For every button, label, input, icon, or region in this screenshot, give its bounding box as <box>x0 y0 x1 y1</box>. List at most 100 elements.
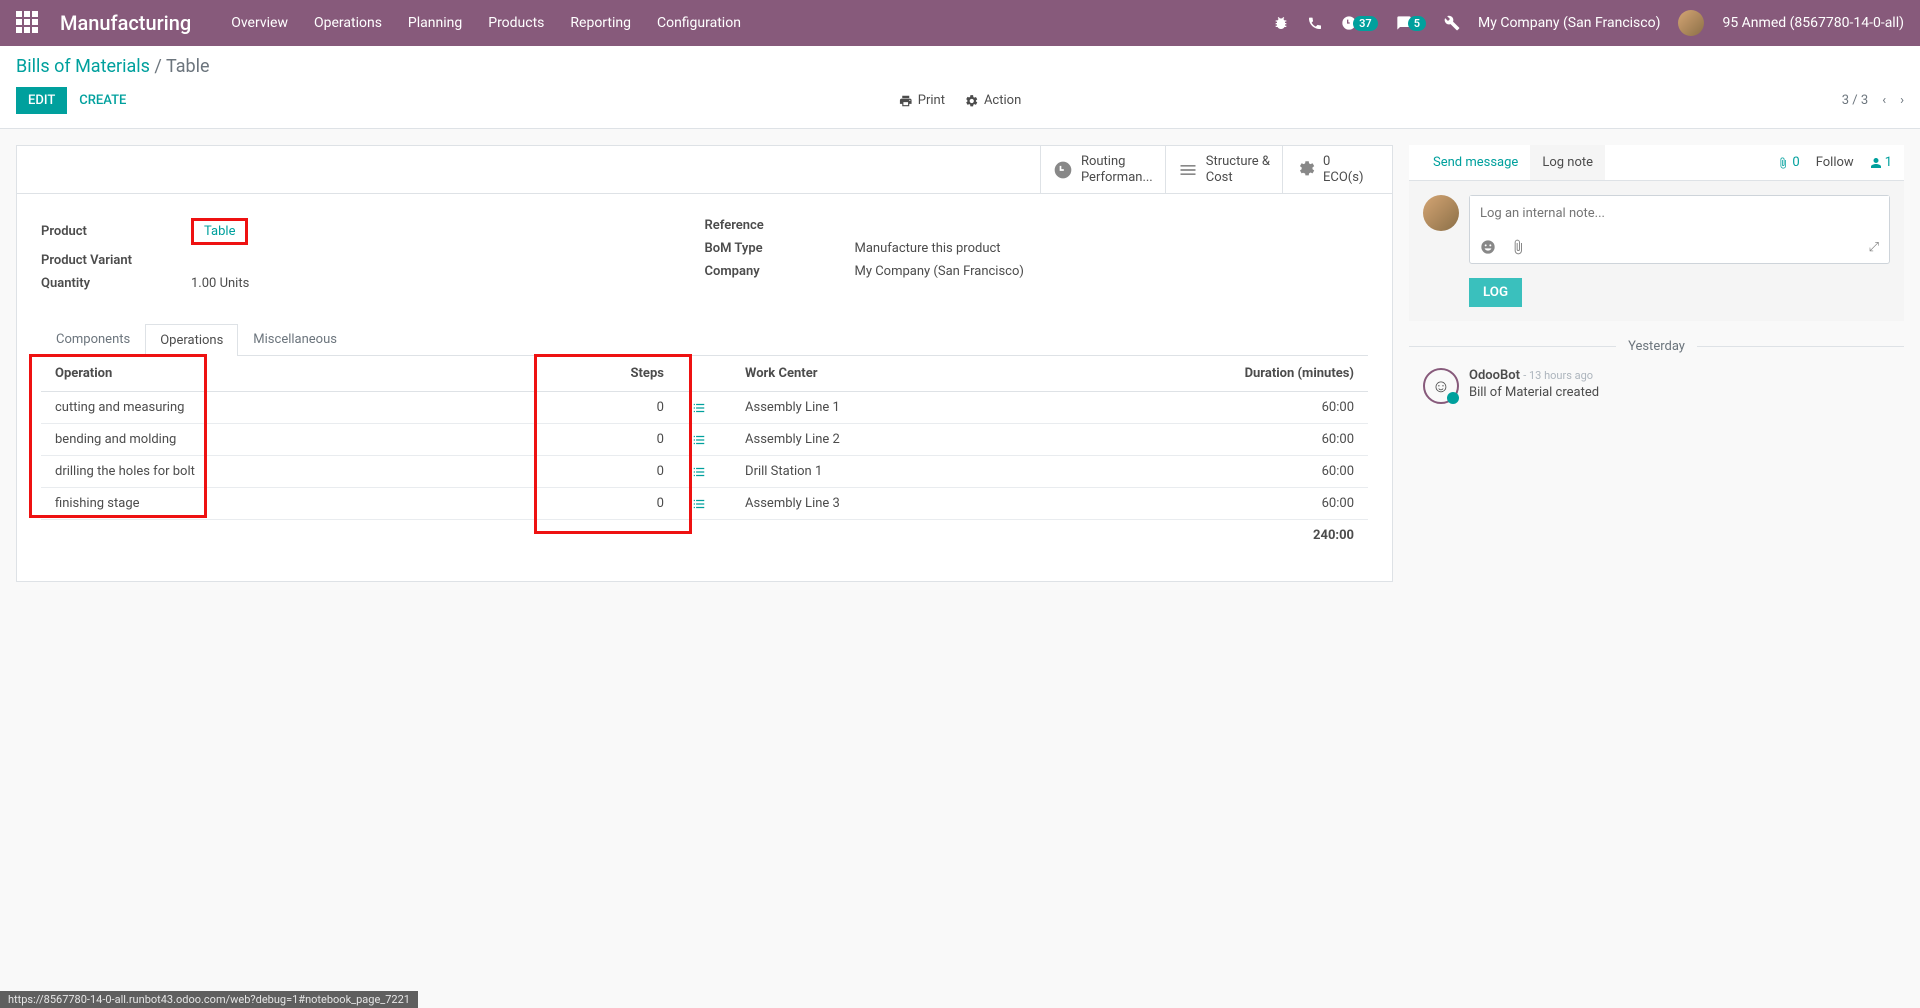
steps-icon[interactable] <box>692 497 706 511</box>
cell-operation: drilling the holes for bolt <box>41 456 545 488</box>
action-button[interactable]: Action <box>965 93 1021 108</box>
bot-avatar: ☺ <box>1423 368 1459 404</box>
company-switcher[interactable]: My Company (San Francisco) <box>1478 15 1660 31</box>
cell-duration: 60:00 <box>1103 488 1368 520</box>
th-duration[interactable]: Duration (minutes) <box>1103 356 1368 392</box>
cell-workcenter: Assembly Line 3 <box>731 488 1103 520</box>
list-icon <box>1178 160 1198 180</box>
user-avatar[interactable] <box>1678 10 1704 36</box>
stat-structure-cost[interactable]: Structure &Cost <box>1165 146 1282 193</box>
chatter: Send message Log note 0 Follow 1 ⤢ LOG Y… <box>1409 145 1904 408</box>
bom-label: BoM Type <box>705 241 855 256</box>
pager-prev[interactable]: ‹ <box>1882 93 1886 108</box>
apps-icon[interactable] <box>16 11 40 35</box>
cell-duration: 60:00 <box>1103 392 1368 424</box>
control-bar: Bills of Materials / Table EDIT CREATE P… <box>0 46 1920 129</box>
cell-operation: cutting and measuring <box>41 392 545 424</box>
th-workcenter[interactable]: Work Center <box>731 356 1103 392</box>
messages-badge: 5 <box>1408 16 1426 31</box>
attach-icon[interactable] <box>1510 239 1526 255</box>
th-operation[interactable]: Operation <box>41 356 545 392</box>
user-icon <box>1870 157 1882 169</box>
brand-title[interactable]: Manufacturing <box>60 11 191 35</box>
pager-text[interactable]: 3 / 3 <box>1842 93 1868 108</box>
gear-icon <box>965 94 979 108</box>
browser-status-bar: https://8567780-14-0-all.runbot43.odoo.c… <box>0 991 418 1008</box>
nav-operations[interactable]: Operations <box>314 15 382 31</box>
expand-icon[interactable]: ⤢ <box>1869 240 1879 255</box>
table-row[interactable]: bending and molding0 Assembly Line 260:00 <box>41 424 1368 456</box>
activity-indicator[interactable]: 37 <box>1341 15 1378 31</box>
tab-components[interactable]: Components <box>41 323 145 355</box>
form-sheet: RoutingPerforman... Structure &Cost 0ECO… <box>16 145 1393 582</box>
company-value: My Company (San Francisco) <box>855 264 1024 279</box>
total-duration: 240:00 <box>1103 520 1368 552</box>
message: ☺ OdooBot - 13 hours ago Bill of Materia… <box>1409 364 1904 408</box>
product-value[interactable]: Table <box>204 224 235 239</box>
attachment-count[interactable]: 0 <box>1777 155 1799 170</box>
compose-input[interactable] <box>1470 196 1889 231</box>
nav-right: 37 5 My Company (San Francisco) 95 Anmed… <box>1273 10 1904 36</box>
gears-icon <box>1295 160 1315 180</box>
product-label: Product <box>41 224 191 239</box>
msg-author: OdooBot <box>1469 368 1520 383</box>
phone-icon[interactable] <box>1307 15 1323 31</box>
print-icon <box>899 94 913 108</box>
nav-menu: Overview Operations Planning Products Re… <box>231 15 741 31</box>
cell-operation: bending and molding <box>41 424 545 456</box>
follower-count[interactable]: 1 <box>1870 155 1892 170</box>
nav-overview[interactable]: Overview <box>231 15 288 31</box>
breadcrumb-root[interactable]: Bills of Materials <box>16 56 150 77</box>
tab-miscellaneous[interactable]: Miscellaneous <box>238 323 352 355</box>
cell-steps: 0 <box>545 456 678 488</box>
table-row[interactable]: cutting and measuring0Assembly Line 160:… <box>41 392 1368 424</box>
cell-operation: finishing stage <box>41 488 545 520</box>
bom-value: Manufacture this product <box>855 241 1001 256</box>
cell-workcenter: Drill Station 1 <box>731 456 1103 488</box>
nav-products[interactable]: Products <box>488 15 544 31</box>
messages-indicator[interactable]: 5 <box>1396 15 1426 31</box>
notebook-tabs: Components Operations Miscellaneous <box>41 323 1368 356</box>
company-label: Company <box>705 264 855 279</box>
th-steps[interactable]: Steps <box>545 356 678 392</box>
steps-icon[interactable] <box>692 401 706 415</box>
qty-value: 1.00 Units <box>191 276 249 291</box>
stat-routing-performance[interactable]: RoutingPerforman... <box>1040 146 1165 193</box>
emoji-icon[interactable] <box>1480 239 1496 255</box>
edit-button[interactable]: EDIT <box>16 87 67 114</box>
top-nav: Manufacturing Overview Operations Planni… <box>0 0 1920 46</box>
compose-avatar <box>1423 195 1459 231</box>
print-button[interactable]: Print <box>899 93 945 108</box>
steps-icon[interactable] <box>692 465 706 479</box>
msg-body: Bill of Material created <box>1469 385 1599 400</box>
chatter-send-message[interactable]: Send message <box>1421 145 1530 180</box>
follow-button[interactable]: Follow <box>1816 155 1854 170</box>
breadcrumb: Bills of Materials / Table <box>16 56 1904 77</box>
stat-ecos[interactable]: 0ECO(s) <box>1282 146 1392 193</box>
cell-duration: 60:00 <box>1103 456 1368 488</box>
bug-icon[interactable] <box>1273 15 1289 31</box>
create-button[interactable]: CREATE <box>67 87 138 114</box>
steps-icon[interactable] <box>692 433 706 447</box>
user-name[interactable]: 95 Anmed (8567780-14-0-all) <box>1722 15 1904 31</box>
qty-label: Quantity <box>41 276 191 291</box>
chatter-log-note[interactable]: Log note <box>1530 145 1605 180</box>
tools-icon[interactable] <box>1444 15 1460 31</box>
table-row[interactable]: finishing stage0 Assembly Line 360:00 <box>41 488 1368 520</box>
ref-label: Reference <box>705 218 855 233</box>
nav-reporting[interactable]: Reporting <box>570 15 631 31</box>
cell-steps: 0 <box>545 488 678 520</box>
nav-planning[interactable]: Planning <box>408 15 462 31</box>
variant-label: Product Variant <box>41 253 191 268</box>
cell-workcenter: Assembly Line 2 <box>731 424 1103 456</box>
activity-badge: 37 <box>1353 16 1378 31</box>
tab-operations[interactable]: Operations <box>145 324 238 356</box>
table-row[interactable]: drilling the holes for bolt0 Drill Statio… <box>41 456 1368 488</box>
pager-next[interactable]: › <box>1900 93 1904 108</box>
nav-configuration[interactable]: Configuration <box>657 15 741 31</box>
cell-steps: 0 <box>545 424 678 456</box>
cell-steps: 0 <box>545 392 678 424</box>
cell-duration: 60:00 <box>1103 424 1368 456</box>
message-separator: Yesterday <box>1409 339 1904 354</box>
log-button[interactable]: LOG <box>1469 278 1522 307</box>
